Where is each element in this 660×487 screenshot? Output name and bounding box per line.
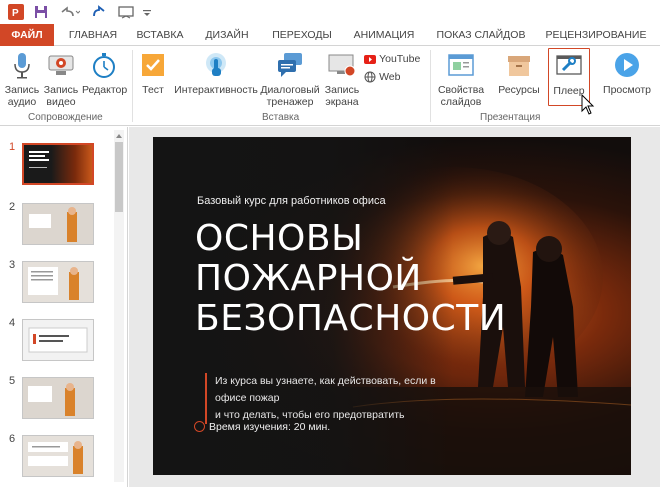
tab-transitions[interactable]: ПЕРЕХОДЫ [266, 24, 338, 46]
microphone-icon [7, 50, 37, 80]
stopwatch-icon [89, 50, 119, 80]
slide-title-line-2: ПОЖАРНОЙ [195, 258, 422, 299]
wrench-window-icon [554, 51, 584, 81]
slide-title-line-1: ОСНОВЫ [195, 218, 364, 259]
test-button[interactable]: Тест [136, 50, 170, 96]
resources-label: Ресурсы [498, 84, 540, 96]
archive-box-icon [504, 50, 534, 80]
youtube-label: YouTube [379, 53, 421, 66]
screen-record-button[interactable]: Запись экрана [322, 50, 362, 108]
group-label-presentation: Презентация [480, 112, 541, 123]
editor-button[interactable]: Редактор [82, 50, 128, 96]
ribbon-separator [132, 50, 133, 122]
slide-number: 2 [9, 201, 16, 213]
globe-icon [364, 71, 376, 83]
tab-slideshow[interactable]: ПОКАЗ СЛАЙДОВ [432, 24, 530, 46]
player-label: Плеер [553, 85, 585, 97]
slide-number: 6 [9, 433, 16, 445]
slide-canvas[interactable]: Базовый курс для работников офиса ОСНОВЫ… [153, 137, 631, 475]
record-video-label-1: Запись [43, 84, 79, 96]
record-audio-label-1: Запись [4, 84, 40, 96]
mouse-cursor-icon [581, 93, 595, 119]
scrollbar-thumb[interactable] [115, 142, 123, 212]
preview-button[interactable]: Просмотр [600, 50, 654, 96]
touch-hand-icon [201, 50, 231, 80]
record-audio-label-2: аудио [7, 96, 37, 108]
record-audio-button[interactable]: Запись аудио [2, 50, 42, 108]
ribbon-separator [430, 50, 431, 122]
group-label-insert: Вставка [262, 112, 300, 123]
tab-file[interactable]: ФАЙЛ [0, 24, 54, 46]
record-video-button[interactable]: Запись видео [42, 50, 80, 108]
study-time-text: Время изучения: 20 мин. [209, 421, 331, 433]
slide-thumbnail[interactable] [22, 435, 94, 477]
tab-review[interactable]: РЕЦЕНЗИРОВАНИЕ [540, 24, 652, 46]
preview-label: Просмотр [603, 84, 651, 96]
undo-icon[interactable] [58, 4, 81, 20]
checkbox-icon [138, 50, 168, 80]
clock-icon [194, 421, 205, 432]
slide-number: 3 [9, 259, 16, 271]
slideshow-start-icon[interactable] [117, 4, 135, 20]
redo-icon[interactable] [92, 4, 108, 20]
slide-number: 5 [9, 375, 16, 387]
slide-title: ОСНОВЫ ПОЖАРНОЙ БЕЗОПАСНОСТИ [195, 219, 506, 339]
slide-thumbnail[interactable] [22, 377, 94, 419]
slide-number: 4 [9, 317, 16, 329]
thumbnail-scrollbar[interactable] [114, 130, 124, 482]
editor-label: Редактор [82, 84, 128, 96]
screen-record-label-2: экрана [325, 96, 359, 108]
interactivity-label: Интерактивность [174, 84, 258, 96]
web-button[interactable]: Web [364, 71, 400, 83]
slide-subtitle: Базовый курс для работников офиса [197, 195, 386, 207]
slide-thumbnail[interactable] [22, 261, 94, 303]
web-label: Web [379, 71, 401, 84]
chat-bubbles-icon [275, 50, 305, 80]
slide-properties-button[interactable]: Свойства слайдов [436, 50, 486, 108]
dialog-trainer-label-1: Диалоговый [260, 84, 320, 96]
dialog-trainer-label-2: тренажер [266, 96, 314, 108]
resources-button[interactable]: Ресурсы [494, 50, 544, 96]
customize-qat-icon[interactable] [142, 4, 152, 20]
test-label: Тест [142, 84, 164, 96]
slide-description: Из курса вы узнаете, как действовать, ес… [205, 373, 465, 424]
interactivity-button[interactable]: Интерактивность [172, 50, 260, 96]
tab-animation[interactable]: АНИМАЦИЯ [346, 24, 422, 46]
tab-home[interactable]: ГЛАВНАЯ [62, 24, 124, 46]
play-circle-icon [612, 50, 642, 80]
ribbon-tab-bar: ФАЙЛ ГЛАВНАЯ ВСТАВКА ДИЗАЙН ПЕРЕХОДЫ АНИ… [0, 24, 660, 46]
slide-thumbnail[interactable] [22, 143, 94, 185]
youtube-button[interactable]: YouTube [364, 53, 420, 65]
group-label-accompaniment: Сопровождение [28, 112, 103, 123]
tab-insert[interactable]: ВСТАВКА [130, 24, 190, 46]
tab-design[interactable]: ДИЗАЙН [198, 24, 256, 46]
svg-text:P: P [12, 8, 19, 19]
save-icon[interactable] [33, 4, 49, 20]
slide-properties-label-2: слайдов [440, 96, 482, 108]
dialog-trainer-button[interactable]: Диалоговый тренажер [260, 50, 320, 108]
slide-thumbnail-pane: 1 2 3 4 5 6 [0, 127, 128, 487]
slide-properties-label-1: Свойства [437, 84, 485, 96]
youtube-icon [364, 54, 376, 64]
slide-title-line-3: БЕЗОПАСНОСТИ [195, 298, 507, 339]
webcam-icon [46, 50, 76, 80]
ribbon: Запись аудио Запись видео Редактор Сопро… [0, 46, 660, 126]
powerpoint-logo-icon: P [8, 4, 24, 20]
slide-thumbnail[interactable] [22, 203, 94, 245]
slide-number: 1 [9, 141, 16, 153]
slide-description-line-1: Из курса вы узнаете, как действовать, ес… [215, 375, 436, 404]
slide-thumbnail[interactable] [22, 319, 94, 361]
slide-properties-icon [446, 50, 476, 80]
screen-record-icon [327, 50, 357, 80]
record-video-label-2: видео [46, 96, 76, 108]
title-bar: P [0, 0, 660, 24]
screen-record-label-1: Запись [324, 84, 360, 96]
